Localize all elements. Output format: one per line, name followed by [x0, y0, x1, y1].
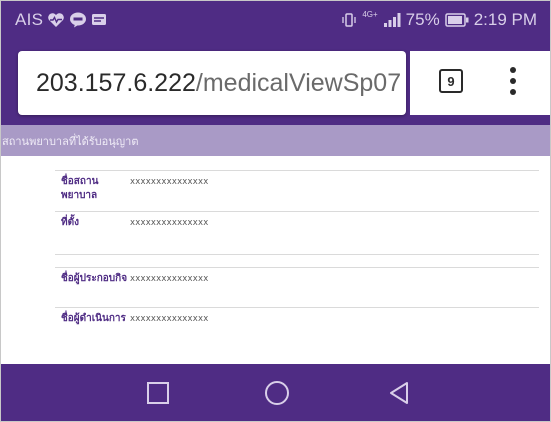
page-title: สถานพยาบาลที่ได้รับอนุญาต	[2, 134, 139, 148]
battery-percent: 75%	[405, 10, 440, 29]
row-value: xxxxxxxxxxxxxxx	[130, 314, 209, 324]
address-bar[interactable]: 203.157.6.222/medicalViewSp07	[18, 51, 406, 115]
cellular-signal-icon	[383, 12, 401, 28]
row-value: xxxxxxxxxxxxxxx	[130, 218, 209, 228]
menu-dot	[510, 89, 516, 95]
status-left: AIS	[15, 8, 107, 32]
vibrate-icon	[341, 12, 357, 28]
tab-count: 9	[447, 73, 455, 89]
facility-table: ชื่อสถานพยาบาล xxxxxxxxxxxxxxx ที่ตั้ง x…	[55, 170, 539, 255]
navigation-bar	[0, 364, 551, 422]
clock: 2:19 PM	[473, 10, 537, 29]
browser-toolbar: 203.157.6.222/medicalViewSp07 9	[0, 40, 551, 125]
url-path: /medicalViewSp07	[195, 68, 402, 97]
page-content: ชื่อสถานพยาบาล xxxxxxxxxxxxxxx ที่ตั้ง x…	[0, 156, 551, 364]
line-app-icon	[69, 12, 87, 28]
status-right: 4G+ 75% 2:19 PM	[341, 8, 537, 32]
operator-table: ชื่อผู้ประกอบกิจ xxxxxxxxxxxxxxx ชื่อผู้…	[55, 267, 539, 348]
status-bar: AIS 4G+ 75% 2:19 PM	[0, 0, 551, 40]
table-row: ชื่อสถานพยาบาล xxxxxxxxxxxxxxx	[55, 171, 539, 212]
table-row: ชื่อผู้ดำเนินการ xxxxxxxxxxxxxxx	[55, 308, 539, 348]
row-value: xxxxxxxxxxxxxxx	[130, 177, 209, 187]
tab-switcher-button[interactable]: 9	[439, 69, 463, 93]
menu-dot	[510, 78, 516, 84]
home-circle-icon[interactable]	[262, 378, 292, 408]
recents-square-icon[interactable]	[143, 378, 173, 408]
table-row: ที่ตั้ง xxxxxxxxxxxxxxx	[55, 212, 539, 255]
row-value: xxxxxxxxxxxxxxx	[130, 274, 209, 284]
heart-pulse-icon	[47, 12, 65, 28]
url-host: 203.157.6.222	[36, 68, 196, 97]
page-header: สถานพยาบาลที่ได้รับอนุญาต	[0, 125, 551, 156]
row-label: ชื่อผู้ประกอบกิจ	[61, 273, 128, 284]
back-triangle-icon[interactable]	[384, 378, 414, 408]
toolbar-actions-bg	[410, 51, 551, 115]
battery-icon	[444, 13, 469, 27]
network-type: 4G+	[362, 9, 378, 19]
carrier-name: AIS	[15, 10, 44, 29]
row-label: ที่ตั้ง	[61, 217, 79, 228]
menu-dot	[510, 67, 516, 73]
overflow-menu-icon[interactable]	[503, 64, 523, 98]
row-label: ชื่อสถานพยาบาล	[61, 176, 99, 201]
row-label: ชื่อผู้ดำเนินการ	[61, 313, 126, 324]
table-row: ชื่อผู้ประกอบกิจ xxxxxxxxxxxxxxx	[55, 268, 539, 308]
message-icon	[91, 12, 107, 28]
